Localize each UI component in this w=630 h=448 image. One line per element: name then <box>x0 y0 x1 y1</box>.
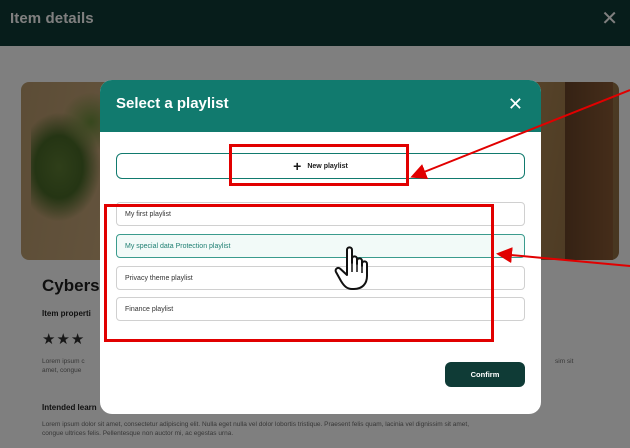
hand-pointer-icon <box>334 246 368 290</box>
arrow-to-playlist-list <box>496 247 630 267</box>
arrow-to-new-playlist <box>410 89 630 179</box>
annotation-arrows <box>410 89 630 267</box>
